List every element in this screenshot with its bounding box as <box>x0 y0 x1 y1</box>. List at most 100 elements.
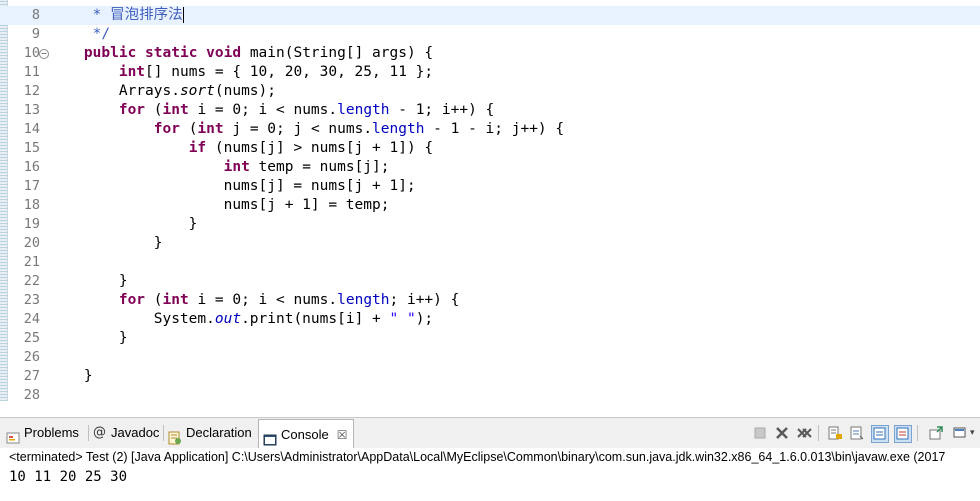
line-number: 22 <box>23 273 40 289</box>
code-line[interactable]: 8 * 冒泡排序法 <box>0 6 980 25</box>
code-token: length <box>337 102 390 118</box>
line-number: 25 <box>23 330 40 346</box>
code-text: for (int j = 0; j < nums.length - 1 - i;… <box>49 120 564 139</box>
code-line[interactable]: 10− public static void main(String[] arg… <box>0 44 980 63</box>
line-number: 10 <box>23 45 40 61</box>
code-token: i = 0; i < nums. <box>188 102 338 118</box>
code-line[interactable]: 13 for (int i = 0; i < nums.length - 1; … <box>0 101 980 120</box>
code-line[interactable]: 11 int[] nums = { 10, 20, 30, 25, 11 }; <box>0 63 980 82</box>
code-token: int <box>118 64 146 80</box>
code-token: for <box>118 102 146 118</box>
code-text: for (int i = 0; i < nums.length; i++) { <box>49 291 460 310</box>
code-token: static <box>145 45 198 61</box>
code-line[interactable]: 15 if (nums[j] > nums[j + 1]) { <box>0 139 980 158</box>
tab-separator <box>88 425 89 441</box>
code-text: } <box>49 234 163 253</box>
show-console-on-error-icon[interactable] <box>894 425 912 443</box>
code-token: int <box>197 121 224 137</box>
line-number: 23 <box>23 292 40 308</box>
line-number: 18 <box>23 197 40 213</box>
word-wrap-icon[interactable] <box>849 425 865 441</box>
code-text: Arrays.sort(nums); <box>49 82 276 101</box>
code-text: int temp = nums[j]; <box>49 158 390 177</box>
line-number: 16 <box>23 159 40 175</box>
code-token: main(String[] args) { <box>241 45 434 61</box>
code-token: sort <box>179 83 215 99</box>
open-console-icon[interactable] <box>952 425 968 441</box>
remove-all-terminated-icon[interactable] <box>796 425 812 441</box>
line-number: 21 <box>23 254 40 270</box>
code-token: i = 0; i < nums. <box>188 292 338 308</box>
code-line[interactable]: 21 <box>0 253 980 272</box>
code-line[interactable]: 16 int temp = nums[j]; <box>0 158 980 177</box>
code-line[interactable]: 20 } <box>0 234 980 253</box>
code-token: * 冒泡排序法 <box>49 7 183 23</box>
code-token: void <box>206 45 242 61</box>
code-text: if (nums[j] > nums[j + 1]) { <box>49 139 433 158</box>
code-token: ( <box>179 121 198 137</box>
code-line[interactable]: 19 } <box>0 215 980 234</box>
close-tab-icon[interactable]: ☒ <box>337 420 348 450</box>
at-icon: @ <box>93 425 106 440</box>
code-line[interactable]: 22 } <box>0 272 980 291</box>
code-token: for <box>153 121 180 137</box>
code-text: } <box>49 367 93 386</box>
chevron-down-icon[interactable]: ▾ <box>970 425 980 441</box>
console-output[interactable]: 10 11 20 25 30 <box>9 469 127 485</box>
code-line[interactable]: 9 */ <box>0 25 980 44</box>
tab-problems-label: Problems <box>24 425 79 440</box>
tab-javadoc[interactable]: @ Javadoc <box>93 418 159 448</box>
code-token: temp = nums[j]; <box>249 159 390 175</box>
tab-problems[interactable]: Problems <box>6 418 79 448</box>
code-line[interactable]: 12 Arrays.sort(nums); <box>0 82 980 101</box>
code-line[interactable]: 18 nums[j + 1] = temp; <box>0 196 980 215</box>
code-token: } <box>49 216 198 232</box>
remove-launch-icon[interactable] <box>774 425 790 441</box>
code-token: j = 0; j < nums. <box>223 121 373 137</box>
scroll-lock-icon[interactable] <box>827 425 843 441</box>
line-number: 17 <box>23 178 40 194</box>
code-token: length <box>337 292 390 308</box>
line-number: 12 <box>23 83 40 99</box>
code-line[interactable]: 24 System.out.print(nums[i] + " "); <box>0 310 980 329</box>
pin-console-icon[interactable] <box>928 425 944 441</box>
code-line[interactable]: 27 } <box>0 367 980 386</box>
terminate-icon[interactable] <box>752 425 768 441</box>
show-console-on-output-icon[interactable] <box>871 425 889 443</box>
code-line[interactable]: 28 <box>0 386 980 401</box>
tab-console[interactable]: Console ☒ <box>258 419 355 450</box>
problems-icon <box>6 426 20 444</box>
code-text: } <box>49 215 198 234</box>
code-line[interactable]: 23 for (int i = 0; i < nums.length; i++)… <box>0 291 980 310</box>
code-line[interactable]: 17 nums[j] = nums[j + 1]; <box>0 177 980 196</box>
line-number: 26 <box>23 349 40 365</box>
code-token: if <box>188 140 207 156</box>
code-line[interactable]: 26 <box>0 348 980 367</box>
code-text: nums[j] = nums[j + 1]; <box>49 177 416 196</box>
text-caret <box>182 7 184 23</box>
fold-toggle-icon[interactable]: − <box>39 49 49 59</box>
code-token: } <box>49 273 128 289</box>
code-editor[interactable]: 8 * 冒泡排序法 9 */10− public static void main… <box>0 0 980 401</box>
code-token: length <box>372 121 425 137</box>
code-token: ( <box>145 102 163 118</box>
toolbar-separator <box>818 425 819 441</box>
code-text: } <box>49 272 128 291</box>
code-token: int <box>223 159 250 175</box>
tab-javadoc-label: Javadoc <box>111 425 160 440</box>
code-line[interactable]: 14 for (int j = 0; j < nums.length - 1 -… <box>0 120 980 139</box>
code-text: * 冒泡排序法 <box>49 6 184 25</box>
code-token: nums[j + 1] = temp; <box>49 197 390 213</box>
views-tab-bar: Problems @ Javadoc Declaration Console ☒ <box>0 417 980 450</box>
code-token: } <box>49 368 93 384</box>
code-token: */ <box>49 26 111 42</box>
code-line[interactable]: 25 } <box>0 329 980 348</box>
tab-declaration-label: Declaration <box>186 425 252 440</box>
console-view[interactable]: <terminated> Test (2) [Java Application]… <box>0 448 980 501</box>
tab-declaration[interactable]: Declaration <box>168 418 252 448</box>
